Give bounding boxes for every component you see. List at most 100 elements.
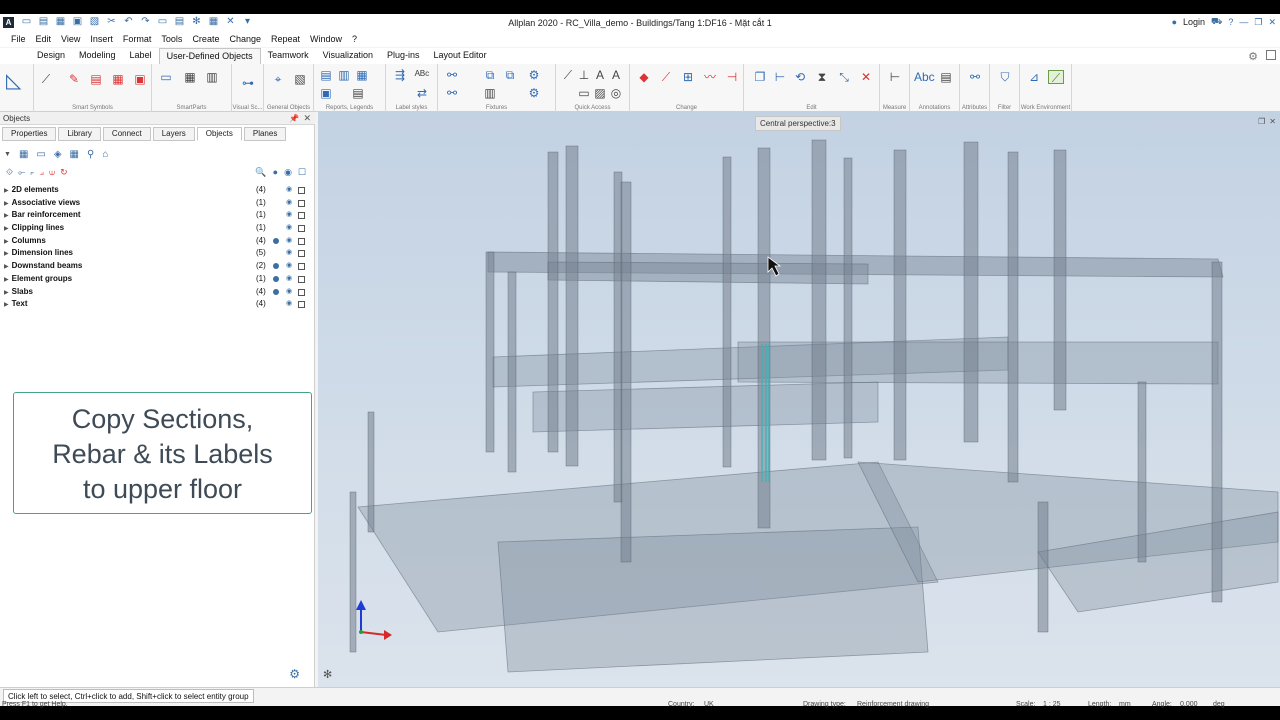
search-icon[interactable]: 🔍 — [255, 167, 266, 178]
list-item[interactable]: ▶ Element groups (1) ◉ — [0, 273, 312, 286]
panel-settings-icon[interactable]: ⚙ — [289, 667, 300, 681]
item-checkbox[interactable] — [298, 250, 305, 258]
label-assign-icon[interactable]: ⇄ — [414, 86, 430, 100]
expand-icon[interactable]: ▶ — [4, 201, 9, 207]
rotate-icon[interactable]: ⟲ — [792, 70, 808, 84]
move-icon[interactable]: ⊢ — [772, 70, 788, 84]
new-file-icon[interactable]: ▭ — [20, 16, 33, 28]
hierarchy-icon[interactable]: ⚲ — [87, 149, 94, 160]
text-style-icon[interactable]: A — [608, 68, 624, 82]
mirror-icon[interactable]: ⧗ — [814, 70, 830, 84]
list-item[interactable]: ▶ Text (4) ◉ — [0, 298, 312, 311]
pen-icon[interactable]: ✎ — [66, 72, 82, 86]
status-angle[interactable]: 0.000 — [1180, 701, 1198, 708]
tag-icon[interactable]: ⌂ — [102, 149, 108, 160]
structure-icon[interactable]: ▦ — [19, 149, 28, 160]
set-square-icon[interactable]: ◺ — [6, 70, 28, 92]
restore-icon[interactable]: ❐ — [1254, 17, 1262, 28]
list-icon[interactable]: ▦ — [354, 68, 370, 82]
tools-icon[interactable]: ✕ — [224, 16, 237, 28]
minimize-icon[interactable]: — — [1239, 17, 1248, 27]
text-icon[interactable]: A — [592, 68, 608, 82]
item-checkbox[interactable] — [298, 288, 305, 296]
polyline-icon[interactable]: 〰 — [702, 70, 718, 84]
item-checkbox[interactable] — [298, 212, 305, 220]
expand-icon[interactable]: ▶ — [4, 226, 9, 232]
eye-icon[interactable]: ◉ — [286, 184, 292, 197]
menu-tools[interactable]: Tools — [156, 34, 187, 44]
label-text-icon[interactable]: ᴬᴮᶜ — [414, 68, 430, 82]
fixture-icon[interactable]: ⚯ — [444, 68, 460, 82]
layers-icon[interactable]: ◈ — [54, 149, 62, 160]
eye-icon[interactable]: ◉ — [286, 273, 292, 286]
eraser-icon[interactable]: ◆ — [636, 70, 652, 84]
panel-pin-icon[interactable]: 📌 — [289, 112, 299, 125]
line-tool-icon[interactable]: ⟋ — [38, 72, 54, 86]
redo-icon[interactable]: ↷ — [139, 16, 152, 28]
tab-design[interactable]: Design — [30, 48, 72, 64]
line-icon[interactable]: ⟋ — [560, 68, 576, 82]
expand-icon[interactable]: ▶ — [4, 302, 9, 308]
isolate-icon[interactable]: ⟔ — [30, 167, 34, 178]
legend-icon[interactable]: ▥ — [336, 68, 352, 82]
menu-format[interactable]: Format — [118, 34, 157, 44]
eye-icon[interactable]: ◉ — [286, 235, 292, 248]
eye-icon[interactable]: ◉ — [286, 197, 292, 210]
panel-tab-properties[interactable]: Properties — [2, 127, 57, 141]
measure-icon[interactable]: ⊢ — [887, 70, 903, 84]
status-scale[interactable]: 1 : 25 — [1043, 701, 1061, 708]
visual-script-icon[interactable]: ⊶ — [240, 76, 256, 90]
window-icon[interactable]: ▦ — [207, 16, 220, 28]
tab-visualization[interactable]: Visualization — [316, 48, 380, 64]
item-checkbox[interactable] — [298, 275, 305, 283]
eye-icon[interactable]: ◉ — [286, 260, 292, 273]
view-type-label[interactable]: Central perspective:3 — [755, 116, 841, 131]
menu-window[interactable]: Window — [305, 34, 347, 44]
fixture-place-icon[interactable]: ▥ — [482, 86, 498, 100]
expand-icon[interactable]: ▶ — [4, 188, 9, 194]
item-checkbox[interactable] — [298, 237, 305, 245]
split-icon[interactable]: ⊣ — [724, 70, 740, 84]
tab-plug-ins[interactable]: Plug-ins — [380, 48, 427, 64]
symbol-copy-icon[interactable]: ▦ — [110, 72, 126, 86]
document-icon[interactable]: ▭ — [36, 149, 45, 160]
ribbon-settings-icon[interactable]: ⚙ — [1248, 50, 1258, 63]
menu-view[interactable]: View — [56, 34, 85, 44]
clipboard-icon[interactable]: ▧ — [88, 16, 101, 28]
menu-insert[interactable]: Insert — [85, 34, 118, 44]
tab-layout-editor[interactable]: Layout Editor — [427, 48, 494, 64]
viewport-restore-icon[interactable]: ❐ — [1258, 117, 1265, 126]
panel-tab-objects[interactable]: Objects — [196, 127, 242, 141]
lock-icon[interactable]: ⟒ — [49, 167, 55, 178]
symbol-edit-icon[interactable]: ▤ — [88, 72, 104, 86]
visibility-all-icon[interactable]: ● — [273, 167, 278, 178]
label-style-icon[interactable]: ⇶ — [392, 68, 408, 82]
list-item[interactable]: ▶ 2D elements (4) ◉ — [0, 184, 312, 197]
app-logo[interactable]: A — [3, 17, 14, 28]
transform-icon[interactable]: ⊞ — [680, 70, 696, 84]
menu-help[interactable]: ? — [347, 34, 362, 44]
eye-icon[interactable]: ◉ — [286, 222, 292, 235]
annotation-list-icon[interactable]: ▤ — [938, 70, 954, 84]
3d-viewport[interactable]: Central perspective:3 ❐ ✕ ✻ — [318, 112, 1280, 687]
eye-icon[interactable]: ◉ — [286, 247, 292, 260]
list-item[interactable]: ▶ Associative views (1) ◉ — [0, 197, 312, 210]
expand-icon[interactable]: ▶ — [4, 251, 9, 257]
hide-icon[interactable]: ⟓ — [40, 167, 44, 178]
status-angle-unit[interactable]: deg — [1213, 701, 1225, 708]
panel-tab-connect[interactable]: Connect — [102, 127, 151, 141]
eye-icon[interactable]: ◉ — [286, 298, 292, 311]
expand-icon[interactable]: ▶ — [4, 264, 9, 270]
expand-icon[interactable]: ▶ — [4, 239, 9, 245]
viewport-settings-icon[interactable]: ✻ — [323, 668, 332, 681]
sort-dropdown-icon[interactable]: ▼ — [4, 151, 11, 158]
cart-icon[interactable]: ⛟ — [1211, 16, 1222, 28]
circle-icon[interactable]: ◎ — [608, 86, 624, 100]
undo-icon[interactable]: ↶ — [122, 16, 135, 28]
menu-create[interactable]: Create — [187, 34, 224, 44]
panel-close-icon[interactable]: ✕ — [303, 112, 311, 125]
save-icon[interactable]: ▦ — [54, 16, 67, 28]
fixture-copy-icon[interactable]: ⧉ — [502, 68, 518, 82]
list-item[interactable]: ▶ Clipping lines (1) ◉ — [0, 222, 312, 235]
list-item[interactable]: ▶ Downstand beams (2) ◉ — [0, 260, 312, 273]
